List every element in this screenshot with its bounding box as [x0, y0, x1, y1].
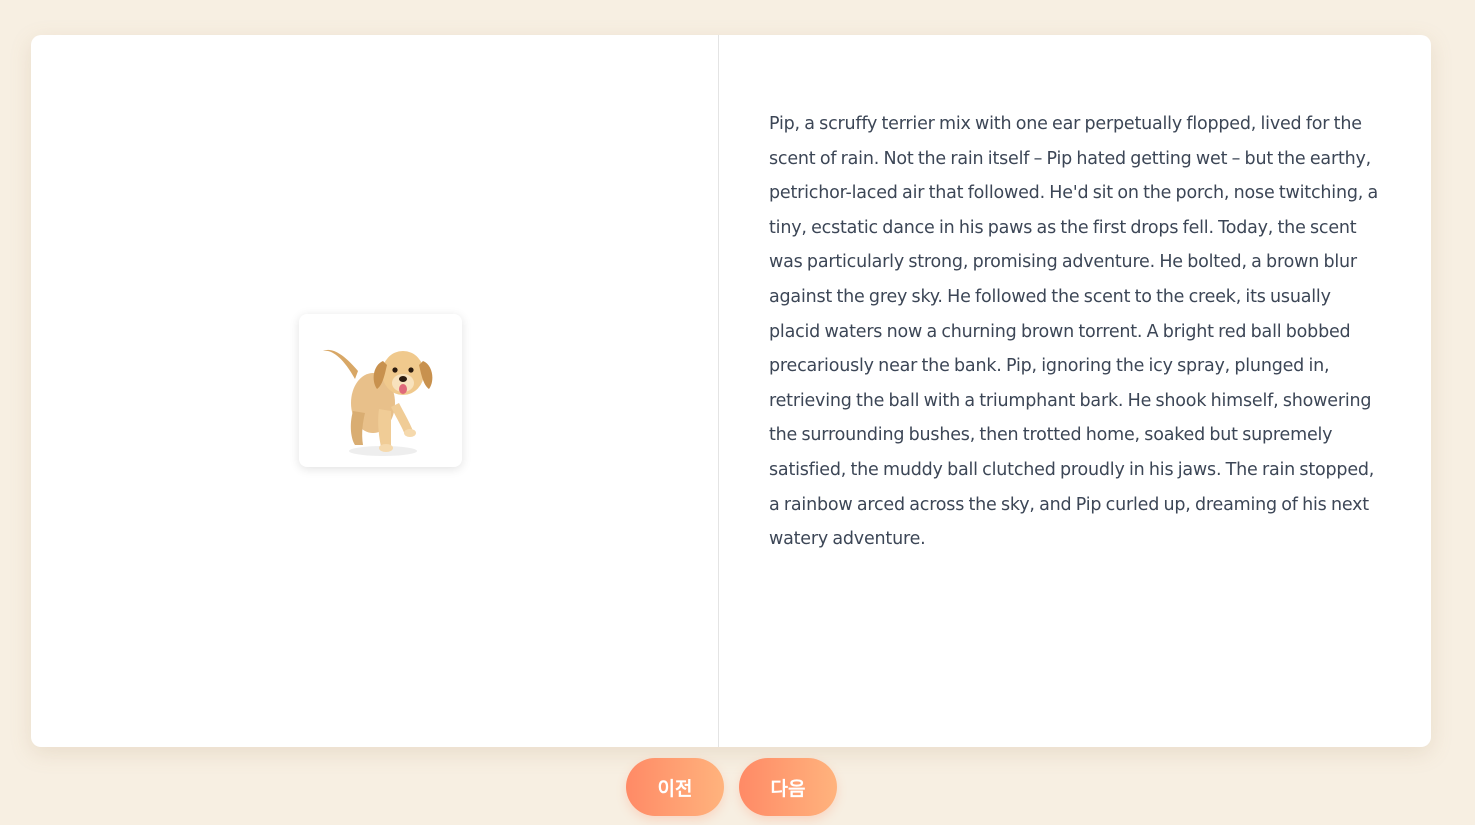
text-page: Pip, a scruffy terrier mix with one ear … [719, 35, 1431, 747]
next-button[interactable]: 다음 [739, 758, 837, 816]
illustration-card [299, 314, 462, 467]
page-navigation: 이전 다음 [0, 758, 1475, 816]
storybook: Pip, a scruffy terrier mix with one ear … [31, 35, 1431, 747]
illustration-page [31, 35, 719, 747]
previous-button[interactable]: 이전 [626, 758, 724, 816]
story-text: Pip, a scruffy terrier mix with one ear … [769, 114, 1378, 550]
puppy-illustration-icon [323, 349, 433, 456]
